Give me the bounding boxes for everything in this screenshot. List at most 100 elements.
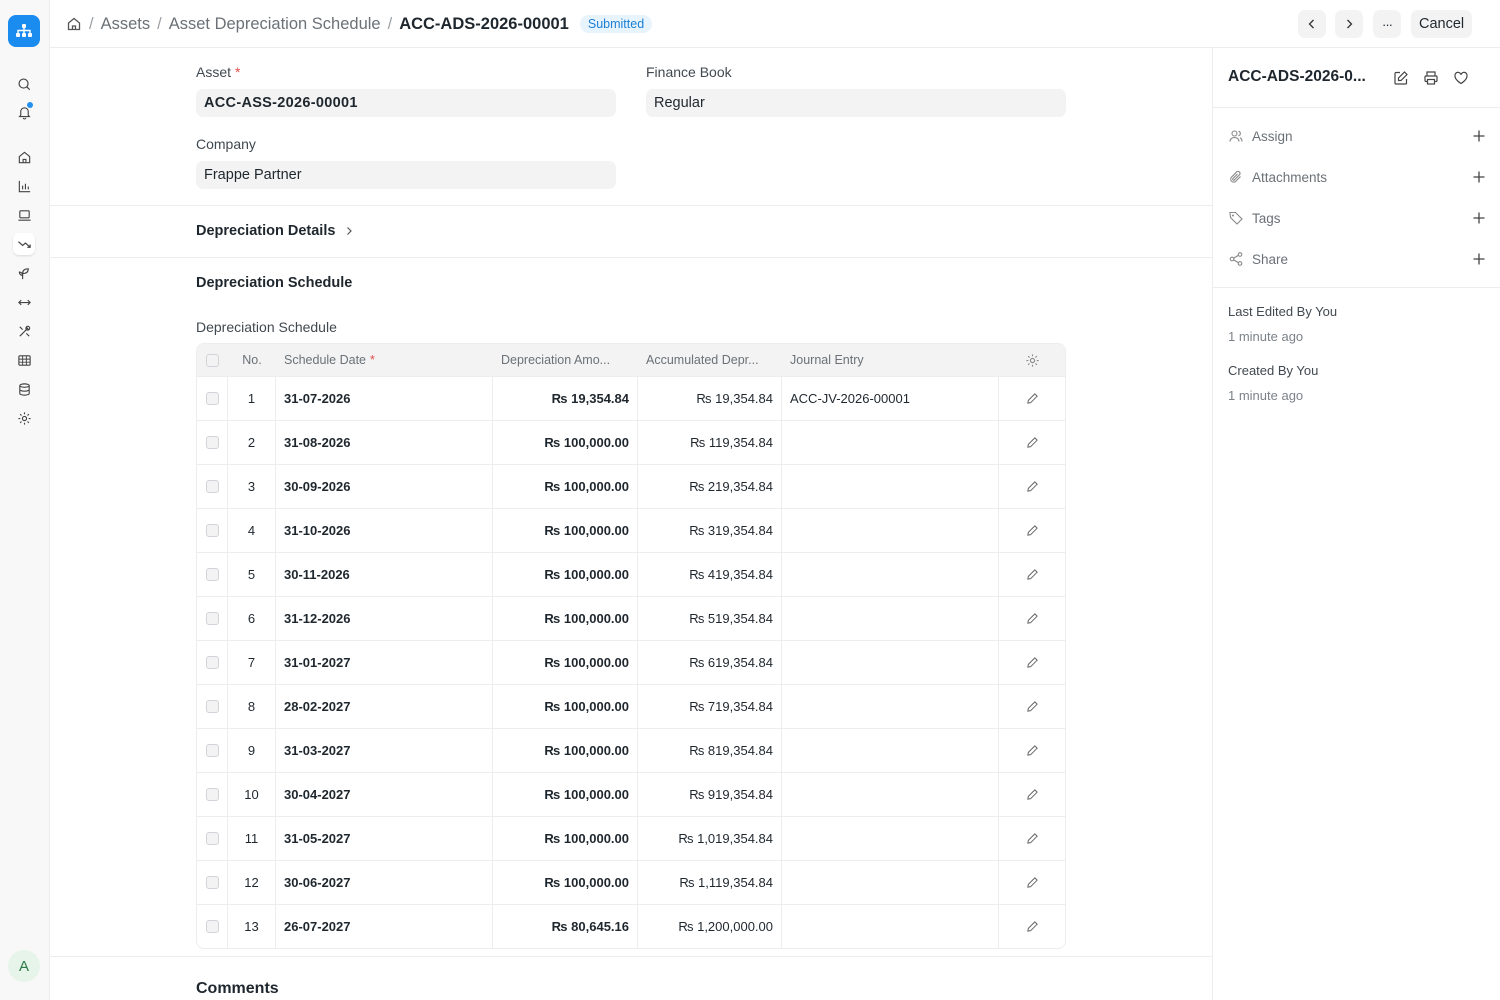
row-edit-icon[interactable] [999, 465, 1065, 508]
table-row[interactable]: 2 31-08-2026 ₨ 100,000.00 ₨ 119,354.84 [197, 420, 1065, 464]
row-journal-entry[interactable] [782, 465, 999, 508]
row-schedule-date[interactable]: 31-12-2026 [276, 597, 493, 640]
row-accumulated-depreciation[interactable]: ₨ 119,354.84 [638, 421, 782, 464]
row-accumulated-depreciation[interactable]: ₨ 919,354.84 [638, 773, 782, 816]
row-depreciation-amount[interactable]: ₨ 100,000.00 [493, 773, 638, 816]
row-accumulated-depreciation[interactable]: ₨ 1,019,354.84 [638, 817, 782, 860]
row-accumulated-depreciation[interactable]: ₨ 819,354.84 [638, 729, 782, 772]
row-edit-icon[interactable] [999, 905, 1065, 948]
row-journal-entry[interactable] [782, 861, 999, 904]
row-journal-entry[interactable] [782, 773, 999, 816]
bar-chart-icon[interactable] [13, 175, 35, 197]
row-edit-icon[interactable] [999, 553, 1065, 596]
row-depreciation-amount[interactable]: ₨ 80,645.16 [493, 905, 638, 948]
tools-icon[interactable] [13, 320, 35, 342]
row-depreciation-amount[interactable]: ₨ 100,000.00 [493, 817, 638, 860]
row-accumulated-depreciation[interactable]: ₨ 719,354.84 [638, 685, 782, 728]
row-journal-entry[interactable] [782, 641, 999, 684]
add-share-icon[interactable] [1472, 252, 1486, 266]
col-schedule-date[interactable]: Schedule Date * [276, 344, 493, 376]
col-journal-entry[interactable]: Journal Entry [782, 344, 999, 376]
row-checkbox[interactable] [197, 817, 228, 860]
row-schedule-date[interactable]: 31-10-2026 [276, 509, 493, 552]
row-depreciation-amount[interactable]: ₨ 100,000.00 [493, 465, 638, 508]
row-accumulated-depreciation[interactable]: ₨ 1,200,000.00 [638, 905, 782, 948]
row-schedule-date[interactable]: 31-05-2027 [276, 817, 493, 860]
row-accumulated-depreciation[interactable]: ₨ 319,354.84 [638, 509, 782, 552]
sidebar-attachments[interactable]: Attachments [1228, 166, 1486, 188]
row-edit-icon[interactable] [999, 509, 1065, 552]
row-accumulated-depreciation[interactable]: ₨ 619,354.84 [638, 641, 782, 684]
database-icon[interactable] [13, 378, 35, 400]
row-schedule-date[interactable]: 31-01-2027 [276, 641, 493, 684]
row-journal-entry[interactable] [782, 421, 999, 464]
next-doc-button[interactable] [1335, 10, 1363, 38]
column-settings-icon[interactable] [999, 344, 1065, 376]
table-row[interactable]: 5 30-11-2026 ₨ 100,000.00 ₨ 419,354.84 [197, 552, 1065, 596]
home-breadcrumb-icon[interactable] [66, 16, 82, 32]
breadcrumb-asset-depreciation-schedule[interactable]: Asset Depreciation Schedule [169, 15, 381, 34]
sidebar-assign[interactable]: Assign [1228, 125, 1486, 147]
row-checkbox[interactable] [197, 773, 228, 816]
row-depreciation-amount[interactable]: ₨ 100,000.00 [493, 597, 638, 640]
row-edit-icon[interactable] [999, 861, 1065, 904]
row-journal-entry[interactable] [782, 905, 999, 948]
row-schedule-date[interactable]: 30-11-2026 [276, 553, 493, 596]
row-edit-icon[interactable] [999, 773, 1065, 816]
table-row[interactable]: 3 30-09-2026 ₨ 100,000.00 ₨ 219,354.84 [197, 464, 1065, 508]
row-schedule-date[interactable]: 30-09-2026 [276, 465, 493, 508]
sidebar-share[interactable]: Share [1228, 248, 1486, 270]
home-icon[interactable] [13, 146, 35, 168]
finance-book-field[interactable]: Regular [646, 89, 1066, 117]
trending-down-icon[interactable] [13, 233, 35, 255]
add-attachment-icon[interactable] [1472, 170, 1486, 184]
sidebar-tags[interactable]: Tags [1228, 207, 1486, 229]
add-assign-icon[interactable] [1472, 129, 1486, 143]
row-depreciation-amount[interactable]: ₨ 100,000.00 [493, 729, 638, 772]
table-row[interactable]: 12 30-06-2027 ₨ 100,000.00 ₨ 1,119,354.84 [197, 860, 1065, 904]
table-row[interactable]: 7 31-01-2027 ₨ 100,000.00 ₨ 619,354.84 [197, 640, 1065, 684]
row-accumulated-depreciation[interactable]: ₨ 19,354.84 [638, 377, 782, 420]
row-checkbox[interactable] [197, 421, 228, 464]
row-schedule-date[interactable]: 31-08-2026 [276, 421, 493, 464]
select-all-checkbox[interactable] [197, 344, 228, 376]
search-icon[interactable] [13, 73, 35, 95]
heart-icon[interactable] [1451, 68, 1471, 88]
print-icon[interactable] [1421, 68, 1441, 88]
row-schedule-date[interactable]: 28-02-2027 [276, 685, 493, 728]
row-accumulated-depreciation[interactable]: ₨ 419,354.84 [638, 553, 782, 596]
row-edit-icon[interactable] [999, 729, 1065, 772]
row-journal-entry[interactable] [782, 817, 999, 860]
sprout-icon[interactable] [13, 262, 35, 284]
previous-doc-button[interactable] [1298, 10, 1326, 38]
row-depreciation-amount[interactable]: ₨ 19,354.84 [493, 377, 638, 420]
depreciation-details-toggle[interactable]: Depreciation Details [196, 223, 355, 239]
row-checkbox[interactable] [197, 597, 228, 640]
table-row[interactable]: 8 28-02-2027 ₨ 100,000.00 ₨ 719,354.84 [197, 684, 1065, 728]
row-edit-icon[interactable] [999, 421, 1065, 464]
row-checkbox[interactable] [197, 465, 228, 508]
row-accumulated-depreciation[interactable]: ₨ 219,354.84 [638, 465, 782, 508]
row-journal-entry[interactable] [782, 729, 999, 772]
col-depreciation-amount[interactable]: Depreciation Amo... [493, 344, 638, 376]
add-tag-icon[interactable] [1472, 211, 1486, 225]
table-row[interactable]: 1 31-07-2026 ₨ 19,354.84 ₨ 19,354.84 ACC-JV-… [197, 376, 1065, 420]
row-depreciation-amount[interactable]: ₨ 100,000.00 [493, 509, 638, 552]
row-schedule-date[interactable]: 30-06-2027 [276, 861, 493, 904]
row-edit-icon[interactable] [999, 817, 1065, 860]
row-journal-entry[interactable] [782, 597, 999, 640]
row-edit-icon[interactable] [999, 377, 1065, 420]
more-actions-button[interactable]: ··· [1373, 10, 1401, 38]
row-schedule-date[interactable]: 26-07-2027 [276, 905, 493, 948]
row-schedule-date[interactable]: 30-04-2027 [276, 773, 493, 816]
row-checkbox[interactable] [197, 685, 228, 728]
row-checkbox[interactable] [197, 641, 228, 684]
row-depreciation-amount[interactable]: ₨ 100,000.00 [493, 421, 638, 464]
row-accumulated-depreciation[interactable]: ₨ 1,119,354.84 [638, 861, 782, 904]
asset-field[interactable]: ACC-ASS-2026-00001 [196, 89, 616, 117]
settings-gear-icon[interactable] [13, 407, 35, 429]
row-edit-icon[interactable] [999, 641, 1065, 684]
table-row[interactable]: 10 30-04-2027 ₨ 100,000.00 ₨ 919,354.84 [197, 772, 1065, 816]
table-row[interactable]: 9 31-03-2027 ₨ 100,000.00 ₨ 819,354.84 [197, 728, 1065, 772]
row-checkbox[interactable] [197, 729, 228, 772]
